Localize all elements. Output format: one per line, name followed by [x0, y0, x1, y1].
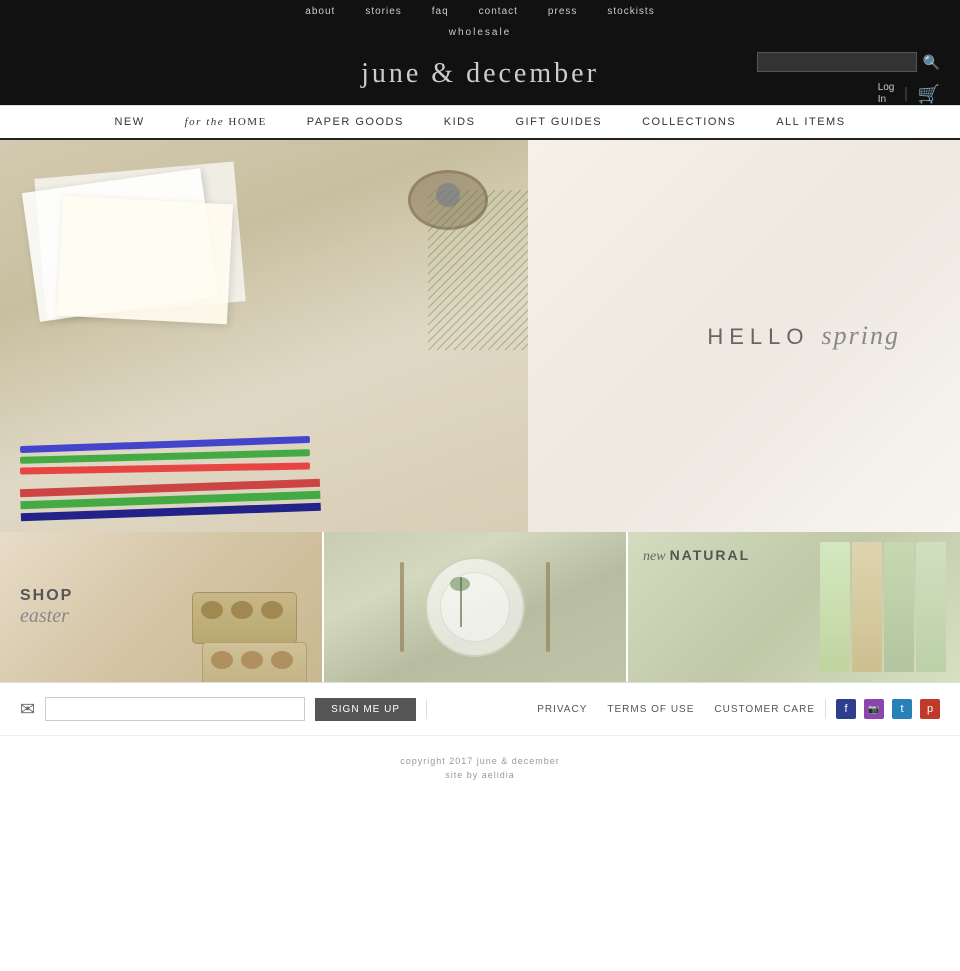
footer-social-divider [825, 699, 826, 719]
facebook-icon[interactable]: f [836, 699, 856, 719]
site-title: june & december [361, 58, 599, 90]
panel-easter[interactable]: SHOP easter [0, 532, 322, 682]
footer-newsletter: ✉ SIGN ME UP PRIVACY TERMS OF USE CUSTOM… [0, 682, 960, 735]
new-label: new [643, 549, 666, 564]
wholesale-link[interactable]: wholesale [449, 27, 511, 38]
social-icons: f 📷 t p [836, 699, 940, 719]
easter-panel-text: SHOP easter [20, 587, 73, 628]
top-nav-contact[interactable]: contact [479, 6, 518, 17]
shop-label: SHOP [20, 587, 73, 605]
hero-visual-left [0, 140, 528, 532]
footer-customer-care-link[interactable]: CUSTOMER CARE [714, 704, 815, 715]
wholesale-row: wholesale [0, 22, 960, 44]
hero-banner: HELLO spring [0, 140, 960, 532]
email-icon: ✉ [20, 699, 35, 720]
footer-bottom: copyright 2017 june & december site by a… [0, 735, 960, 804]
email-input[interactable] [45, 697, 305, 721]
site-by-text: site by aelidia [20, 770, 940, 780]
nav-new[interactable]: NEW [114, 116, 144, 128]
instagram-icon[interactable]: 📷 [864, 699, 884, 719]
nav-gift-guides[interactable]: GIFT GUIDES [515, 116, 602, 128]
hero-spring-text: spring [822, 321, 900, 350]
hero-text-area: HELLO spring [707, 321, 900, 351]
nav-home[interactable]: for the HOME [185, 116, 267, 128]
header: 🔍 Log In | 🛒 june & december [0, 44, 960, 105]
login-link[interactable]: Log In [878, 82, 895, 106]
panel-table[interactable] [324, 532, 626, 682]
egg-carton-visual [192, 572, 312, 672]
top-nav-about[interactable]: about [305, 6, 335, 17]
fabric-swatches [820, 542, 950, 672]
twitter-icon[interactable]: t [892, 699, 912, 719]
cart-icon[interactable]: 🛒 [918, 84, 940, 105]
footer-divider [426, 699, 427, 719]
header-right-corner: 🔍 Log In | 🛒 [757, 52, 940, 106]
table-visual [324, 532, 626, 682]
top-nav-stockists[interactable]: stockists [607, 6, 654, 17]
easter-label: easter [20, 605, 73, 628]
search-input[interactable] [757, 52, 917, 72]
hero-fern [428, 190, 528, 350]
top-nav-stories[interactable]: stories [365, 6, 401, 17]
hero-card-2 [57, 196, 233, 325]
top-bar-nav: about stories FAQ contact press stockist… [305, 6, 654, 17]
nav-all-items[interactable]: ALL ITEMS [776, 116, 845, 128]
main-nav: NEW for the HOME PAPER GOODS KIDS GIFT G… [0, 105, 960, 140]
footer-terms-link[interactable]: TERMS OF USE [607, 704, 694, 715]
footer-links: PRIVACY TERMS OF USE CUSTOMER CARE [537, 704, 815, 715]
hero-pencil-red [20, 462, 310, 474]
search-button[interactable]: 🔍 [923, 54, 940, 71]
panel-natural[interactable]: new NATURAL [628, 532, 960, 682]
hero-hello-text: HELLO [707, 324, 809, 349]
top-bar: about stories FAQ contact press stockist… [0, 0, 960, 22]
three-panels: SHOP easter [0, 532, 960, 682]
plate-visual [415, 547, 535, 667]
copyright-text: copyright 2017 june & december [20, 756, 940, 766]
natural-panel-text: new NATURAL [643, 547, 750, 565]
footer-privacy-link[interactable]: PRIVACY [537, 704, 587, 715]
sign-up-button[interactable]: SIGN ME UP [315, 698, 416, 721]
top-nav-faq[interactable]: FAQ [432, 6, 449, 17]
top-nav-press[interactable]: press [548, 6, 577, 17]
nav-collections[interactable]: COLLECTIONS [642, 116, 736, 128]
nav-kids[interactable]: KIDS [444, 116, 476, 128]
natural-label: NATURAL [670, 547, 751, 563]
nav-paper-goods[interactable]: PAPER GOODS [307, 116, 404, 128]
pinterest-icon[interactable]: p [920, 699, 940, 719]
